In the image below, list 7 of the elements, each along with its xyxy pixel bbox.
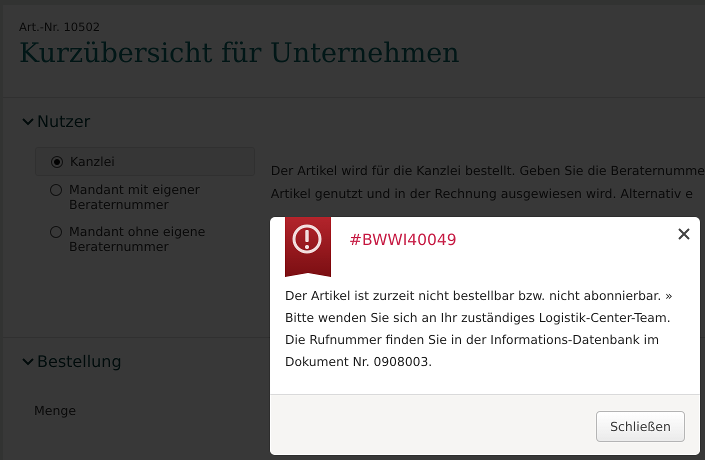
section-title[interactable]: Nutzer: [37, 112, 90, 131]
close-button[interactable]: Schließen: [596, 410, 685, 442]
section-title[interactable]: Bestellung: [37, 352, 122, 371]
dialog-title: #BWWI40049: [349, 231, 457, 249]
close-icon[interactable]: [678, 228, 690, 240]
dialog-message: Der Artikel ist zurzeit nicht bestellbar bzw. nicht abonnierbar. » Bitte wenden Sie sich an Ihr zuständiges Logistik-Center-Team. Die Rufnummer finden Sie in der Informations-Datenbank im Dokument Nr. 0908003.: [284, 288, 674, 371]
error-ribbon-icon: [285, 217, 331, 277]
